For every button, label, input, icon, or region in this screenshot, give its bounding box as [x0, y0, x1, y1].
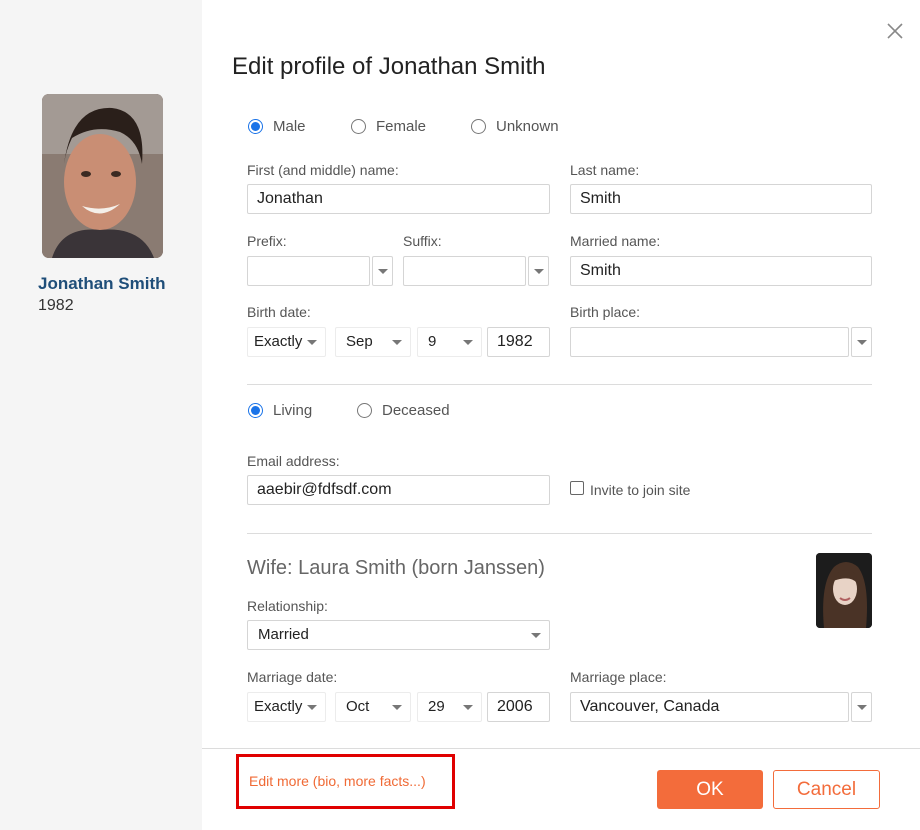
radio-female-label: Female	[376, 118, 427, 135]
radio-living-label: Living	[273, 402, 313, 419]
first-name-input[interactable]: Jonathan	[247, 184, 550, 214]
suffix-label: Suffix:	[403, 233, 442, 249]
radio-male-dot[interactable]	[248, 119, 263, 134]
chevron-down-icon	[392, 340, 402, 345]
chevron-down-icon	[463, 340, 473, 345]
profile-sidebar: Jonathan Smith 1982	[0, 0, 202, 830]
radio-deceased-dot[interactable]	[357, 403, 372, 418]
birth-date-label: Birth date:	[247, 304, 311, 320]
cancel-button[interactable]: Cancel	[773, 770, 880, 809]
relationship-select[interactable]: Married	[247, 620, 550, 650]
prefix-input[interactable]	[247, 256, 370, 286]
chevron-down-icon	[307, 340, 317, 345]
sidebar-name: Jonathan Smith	[38, 274, 166, 293]
divider	[247, 533, 872, 534]
radio-living-dot[interactable]	[248, 403, 263, 418]
ok-button[interactable]: OK	[657, 770, 763, 809]
birth-month-value: Sep	[346, 333, 373, 350]
edit-more-highlight: Edit more (bio, more facts...)	[236, 754, 455, 809]
email-label: Email address:	[247, 453, 340, 469]
radio-living[interactable]: Living	[248, 402, 312, 419]
relationship-value: Married	[258, 626, 309, 643]
birth-place-dropdown-button[interactable]	[851, 327, 872, 357]
last-name-input[interactable]: Smith	[570, 184, 872, 214]
radio-unknown-dot[interactable]	[471, 119, 486, 134]
birth-qualifier-select[interactable]: Exactly	[247, 327, 326, 357]
married-name-label: Married name:	[570, 233, 661, 249]
birth-qualifier-value: Exactly	[254, 333, 303, 350]
birth-day-select[interactable]: 9	[417, 327, 482, 357]
invite-label[interactable]: Invite to join site	[590, 482, 690, 498]
suffix-input[interactable]	[403, 256, 526, 286]
spouse-avatar	[816, 553, 872, 628]
radio-deceased[interactable]: Deceased	[357, 402, 450, 419]
marriage-month-select[interactable]: Oct	[335, 692, 411, 722]
suffix-dropdown-button[interactable]	[528, 256, 549, 286]
chevron-down-icon	[378, 269, 388, 274]
prefix-dropdown-button[interactable]	[372, 256, 393, 286]
birth-year-input[interactable]: 1982	[487, 327, 550, 357]
first-name-label: First (and middle) name:	[247, 162, 399, 178]
marriage-day-select[interactable]: 29	[417, 692, 482, 722]
relationship-label: Relationship:	[247, 598, 328, 614]
marriage-place-dropdown-button[interactable]	[851, 692, 872, 722]
marriage-date-label: Marriage date:	[247, 669, 338, 685]
birth-place-label: Birth place:	[570, 304, 641, 320]
footer-divider	[202, 748, 920, 749]
email-input[interactable]: aaebir@fdfsdf.com	[247, 475, 550, 505]
marriage-place-input[interactable]: Vancouver, Canada	[570, 692, 849, 722]
avatar	[42, 94, 163, 258]
sidebar-year: 1982	[38, 297, 74, 314]
chevron-down-icon	[857, 705, 867, 710]
chevron-down-icon	[307, 705, 317, 710]
marriage-year-input[interactable]: 2006	[487, 692, 550, 722]
chevron-down-icon	[857, 340, 867, 345]
chevron-down-icon	[463, 705, 473, 710]
divider	[247, 384, 872, 385]
birth-month-select[interactable]: Sep	[335, 327, 411, 357]
last-name-label: Last name:	[570, 162, 640, 178]
marriage-qualifier-select[interactable]: Exactly	[247, 692, 326, 722]
marriage-qualifier-value: Exactly	[254, 698, 303, 715]
radio-male[interactable]: Male	[248, 118, 306, 135]
radio-deceased-label: Deceased	[382, 402, 450, 419]
marriage-place-label: Marriage place:	[570, 669, 667, 685]
marriage-day-value: 29	[428, 698, 445, 715]
chevron-down-icon	[534, 269, 544, 274]
radio-female[interactable]: Female	[351, 118, 426, 135]
spouse-title: Wife: Laura Smith (born Janssen)	[247, 557, 545, 579]
married-name-input[interactable]: Smith	[570, 256, 872, 286]
chevron-down-icon	[392, 705, 402, 710]
radio-male-label: Male	[273, 118, 306, 135]
dialog-title: Edit profile of Jonathan Smith	[232, 53, 546, 80]
birth-day-value: 9	[428, 333, 437, 350]
marriage-month-value: Oct	[346, 698, 370, 715]
edit-more-link[interactable]: Edit more (bio, more facts...)	[249, 773, 426, 789]
close-icon[interactable]	[884, 20, 906, 42]
invite-checkbox[interactable]	[570, 481, 584, 495]
radio-female-dot[interactable]	[351, 119, 366, 134]
radio-unknown-label: Unknown	[496, 118, 559, 135]
chevron-down-icon	[531, 633, 541, 638]
prefix-label: Prefix:	[247, 233, 287, 249]
radio-unknown[interactable]: Unknown	[471, 118, 559, 135]
birth-place-input[interactable]	[570, 327, 849, 357]
